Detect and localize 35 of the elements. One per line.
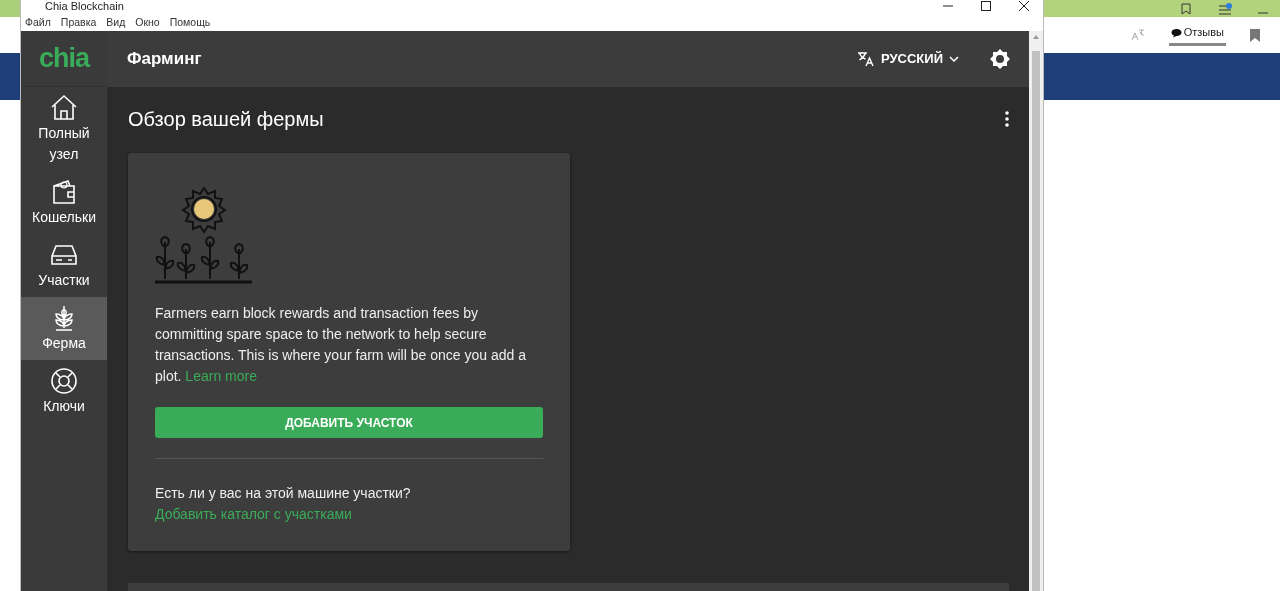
menu-item[interactable]: Вид	[106, 15, 126, 31]
feedback-tab[interactable]: Отзывы	[1168, 24, 1226, 46]
menu-item[interactable]: Правка	[60, 15, 97, 31]
language-button[interactable]: РУССКИЙ	[851, 48, 965, 70]
maximize-icon[interactable]	[981, 1, 991, 11]
sidebar-item[interactable]: Ключи	[21, 360, 107, 423]
home-icon	[49, 93, 79, 123]
scrollbar[interactable]	[1029, 31, 1043, 591]
browser-toolbar-background	[0, 0, 20, 17]
menu-item[interactable]: Помощь	[169, 15, 211, 31]
add-plot-directory-link[interactable]: Добавить каталог с участками	[155, 506, 352, 522]
plot-directory-question: Есть ли у вас на этой машине участки? Добавить каталог с участками	[155, 484, 412, 524]
sidebar-item[interactable]: Участки	[21, 234, 107, 297]
sidebar-item[interactable]: Кошельки	[21, 171, 107, 234]
page-title: Обзор вашей фермы	[128, 107, 324, 131]
close-icon[interactable]	[1019, 1, 1029, 11]
translate-icon[interactable]	[1130, 29, 1145, 41]
translate-icon	[857, 51, 875, 67]
farm-description: Farmers earn block rewards and transaction fees by committing spare space to the network to help secure transactions. This is where your farm will be once you add a plot. Learn more	[155, 304, 527, 386]
sidebar-item[interactable]: Полный узел	[21, 87, 107, 171]
scroll-up-icon[interactable]	[1033, 35, 1039, 39]
lifebuoy-icon	[49, 366, 79, 396]
bookmark-icon[interactable]	[1250, 28, 1260, 42]
learn-more-link[interactable]: Learn more	[185, 368, 257, 384]
chevron-down-icon	[949, 56, 959, 62]
bookmark-icon[interactable]	[1180, 2, 1192, 15]
window-title: Chia Blockchain	[45, 0, 124, 12]
more-options-icon[interactable]	[1005, 111, 1009, 127]
page-header-title: Фарминг	[127, 48, 202, 70]
menu-item[interactable]: Файл	[25, 15, 51, 31]
settings-icon[interactable]	[989, 48, 1011, 70]
menu-item[interactable]: Окно	[135, 15, 160, 31]
menu-icon[interactable]	[1218, 2, 1232, 15]
sidebar-item[interactable]: Ферма	[21, 297, 107, 360]
speech-bubble-icon	[1170, 27, 1182, 38]
